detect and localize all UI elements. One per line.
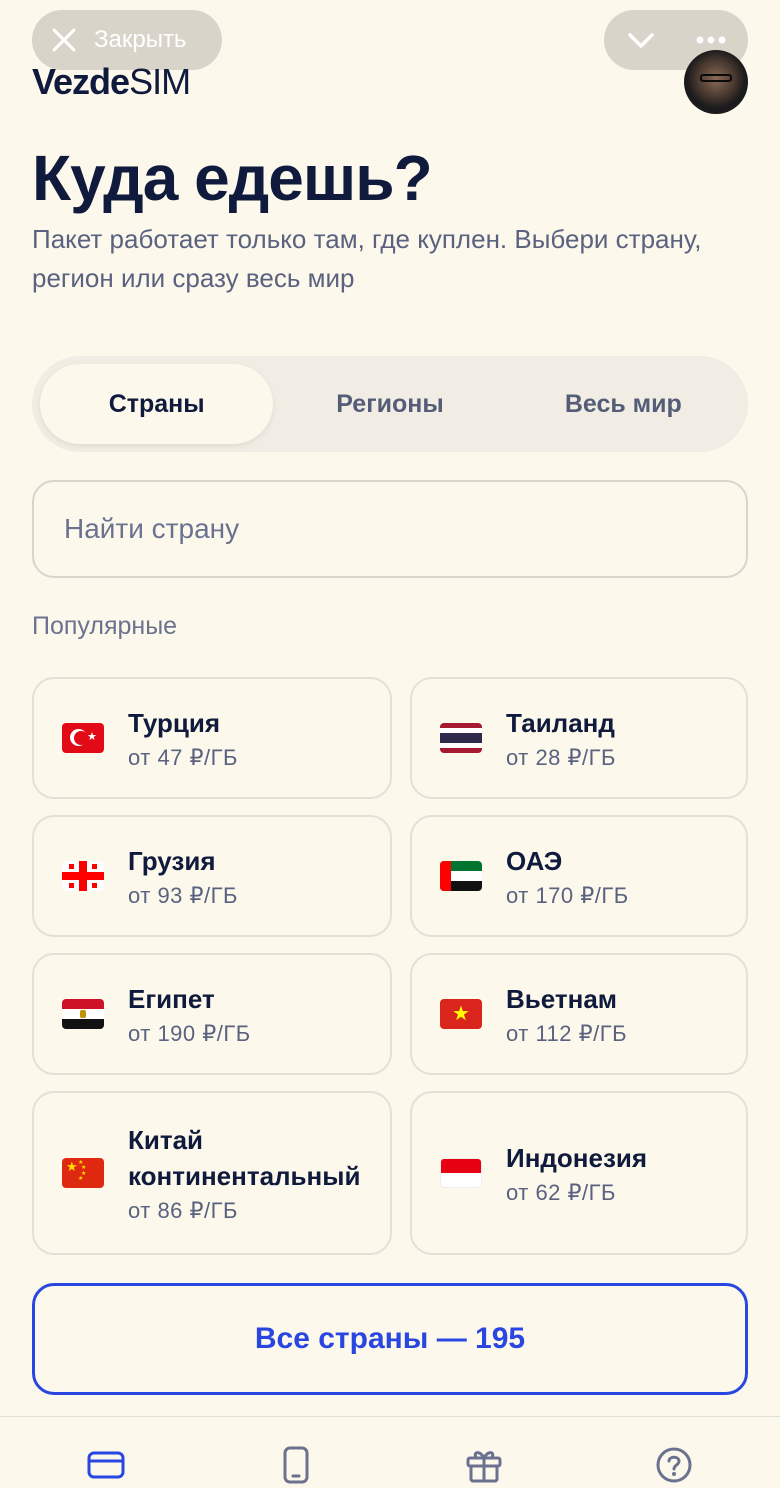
country-name-line1: Китай: [128, 1125, 204, 1155]
card-icon: [87, 1451, 125, 1479]
tab-world[interactable]: Весь мир: [507, 364, 740, 444]
country-name: Индонезия: [506, 1143, 648, 1173]
flag-vietnam-icon: ★: [440, 999, 482, 1029]
close-label: Закрыть: [94, 26, 187, 53]
country-price: от 86 ₽/ГБ: [128, 1198, 238, 1223]
page-subtitle: Пакет работает только там, где куплен. В…: [32, 224, 702, 293]
chevron-down-icon[interactable]: [624, 23, 658, 57]
flag-thailand-icon: [440, 723, 482, 753]
country-name: Таиланд: [506, 708, 615, 738]
country-price: от 93 ₽/ГБ: [128, 883, 238, 908]
country-card-georgia[interactable]: Грузия от 93 ₽/ГБ: [32, 815, 392, 937]
avatar[interactable]: [684, 50, 748, 114]
country-price: от 190 ₽/ГБ: [128, 1021, 251, 1046]
flag-indonesia-icon: [440, 1158, 482, 1188]
flag-china-icon: ★ ★ ★ ★ ★: [62, 1158, 104, 1188]
country-price: от 112 ₽/ГБ: [506, 1021, 628, 1046]
flag-uae-icon: [440, 861, 482, 891]
country-card-uae[interactable]: ОАЭ от 170 ₽/ГБ: [410, 815, 748, 937]
logo-bold-text: Vezde: [32, 61, 130, 102]
tab-countries[interactable]: Страны: [40, 364, 274, 444]
avatar-glasses: [700, 74, 732, 82]
country-name: Египет: [128, 984, 215, 1014]
country-card-indonesia[interactable]: Индонезия от 62 ₽/ГБ: [410, 1091, 748, 1255]
nav-item-help[interactable]: [654, 1445, 694, 1485]
country-price: от 170 ₽/ГБ: [506, 883, 629, 908]
country-card-china[interactable]: ★ ★ ★ ★ ★ Китай континентальный от 86 ₽/…: [32, 1091, 392, 1255]
gift-icon: [466, 1451, 502, 1483]
country-name: Вьетнам: [506, 984, 618, 1014]
brand-logo: VezdeSIM: [32, 60, 191, 104]
flag-turkey-icon: ★: [62, 723, 104, 753]
all-countries-button[interactable]: Все страны — 195: [32, 1283, 748, 1395]
country-name: Грузия: [128, 846, 216, 876]
page-title: Куда едешь?: [32, 142, 433, 214]
search-input[interactable]: [64, 513, 746, 545]
country-price: от 47 ₽/ГБ: [128, 745, 238, 770]
country-card-turkey[interactable]: ★ Турция от 47 ₽/ГБ: [32, 677, 392, 799]
tab-regions[interactable]: Регионы: [273, 364, 506, 444]
close-icon: [52, 28, 76, 52]
country-card-egypt[interactable]: Египет от 190 ₽/ГБ: [32, 953, 392, 1075]
country-name: Турция: [128, 708, 221, 738]
nav-item-gifts[interactable]: [464, 1445, 504, 1485]
country-card-vietnam[interactable]: ★ Вьетнам от 112 ₽/ГБ: [410, 953, 748, 1075]
destination-tabs: Страны Регионы Весь мир: [32, 356, 748, 452]
nav-item-esim[interactable]: [86, 1445, 126, 1485]
country-card-thailand[interactable]: Таиланд от 28 ₽/ГБ: [410, 677, 748, 799]
logo-light-text: SIM: [129, 61, 191, 102]
popular-label: Популярные: [32, 612, 178, 640]
country-name-line2: континентальный: [128, 1161, 361, 1191]
country-name: ОАЭ: [506, 846, 563, 876]
flag-egypt-icon: [62, 999, 104, 1029]
search-field[interactable]: [32, 480, 748, 578]
nav-item-device[interactable]: [276, 1445, 316, 1485]
popular-countries-grid: ★ Турция от 47 ₽/ГБ Таиланд от 28 ₽/ГБ Г…: [32, 677, 748, 1255]
phone-icon: [283, 1446, 309, 1484]
country-price: от 28 ₽/ГБ: [506, 745, 616, 770]
flag-georgia-icon: [62, 861, 104, 891]
help-icon: [656, 1447, 692, 1483]
country-price: от 62 ₽/ГБ: [506, 1180, 616, 1205]
bottom-nav: [0, 1416, 780, 1488]
